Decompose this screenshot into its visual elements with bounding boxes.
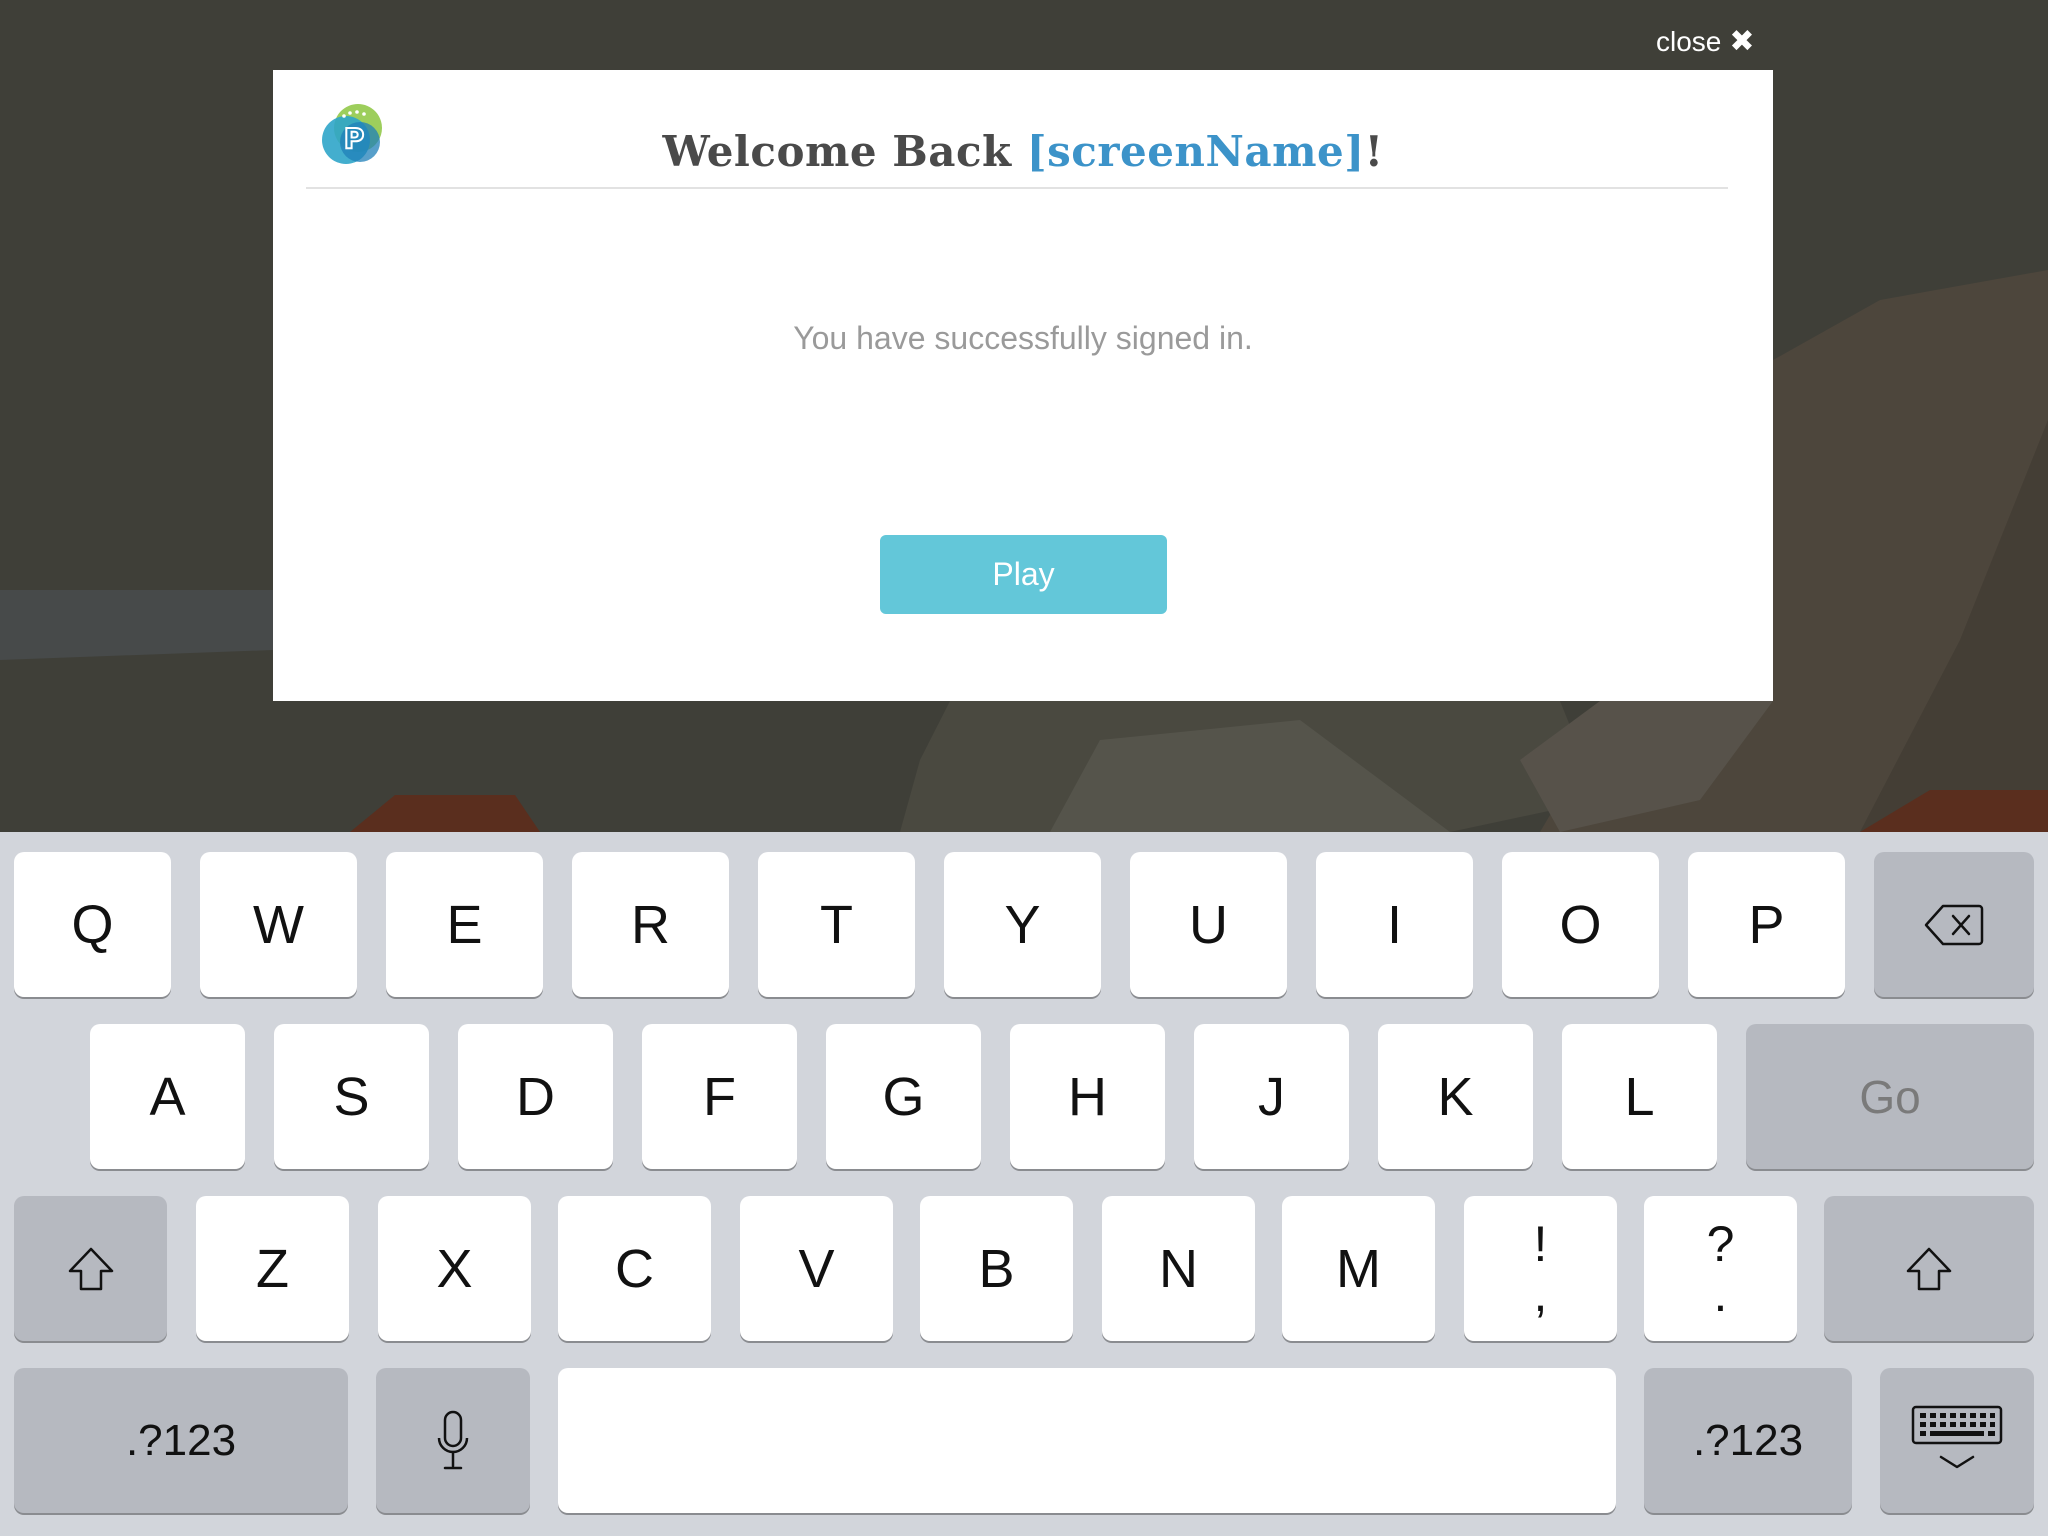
- dictation-key[interactable]: [376, 1368, 530, 1513]
- backspace-icon: [1924, 904, 1984, 945]
- key-exclamation-comma[interactable]: ! ,: [1464, 1196, 1617, 1341]
- shift-key-left[interactable]: [14, 1196, 167, 1341]
- numbers-key-right[interactable]: .?123: [1644, 1368, 1852, 1513]
- space-bar[interactable]: [558, 1368, 1616, 1513]
- key-exclamation-label: !: [1533, 1215, 1548, 1272]
- key-r[interactable]: R: [572, 852, 729, 997]
- key-n[interactable]: N: [1102, 1196, 1255, 1341]
- shift-key-right[interactable]: [1824, 1196, 2034, 1341]
- key-x[interactable]: X: [378, 1196, 531, 1341]
- dismiss-keyboard-key[interactable]: [1880, 1368, 2034, 1513]
- shift-arrow-icon: [1906, 1247, 1952, 1290]
- shift-arrow-icon: [68, 1247, 113, 1290]
- onscreen-keyboard: Q W E R T Y U I O P A S D F G H J K L Go…: [0, 832, 2048, 1536]
- key-y[interactable]: Y: [944, 852, 1101, 997]
- key-c[interactable]: C: [558, 1196, 711, 1341]
- key-p[interactable]: P: [1688, 852, 1845, 997]
- key-comma-label: ,: [1533, 1265, 1548, 1322]
- title-suffix: !: [1364, 127, 1384, 176]
- title-prefix: Welcome Back: [662, 127, 1027, 176]
- key-h[interactable]: H: [1010, 1024, 1165, 1169]
- key-question-label: ?: [1706, 1215, 1735, 1272]
- go-key[interactable]: Go: [1746, 1024, 2034, 1169]
- numbers-key-label: .?123: [125, 1415, 237, 1465]
- welcome-dialog: P Welcome Back [screenName]! You have su…: [273, 70, 1773, 701]
- key-o[interactable]: O: [1502, 852, 1659, 997]
- key-period-label: .: [1713, 1265, 1728, 1322]
- play-button[interactable]: Play: [880, 535, 1167, 614]
- key-z[interactable]: Z: [196, 1196, 349, 1341]
- key-b[interactable]: B: [920, 1196, 1073, 1341]
- key-d[interactable]: D: [458, 1024, 613, 1169]
- key-f[interactable]: F: [642, 1024, 797, 1169]
- key-q[interactable]: Q: [14, 852, 171, 997]
- key-m[interactable]: M: [1282, 1196, 1435, 1341]
- key-s[interactable]: S: [274, 1024, 429, 1169]
- key-j[interactable]: J: [1194, 1024, 1349, 1169]
- signin-message: You have successfully signed in.: [793, 320, 1253, 356]
- microphone-icon: [437, 1410, 469, 1469]
- dialog-title: Welcome Back [screenName]!: [273, 127, 1773, 176]
- key-v[interactable]: V: [740, 1196, 893, 1341]
- key-u[interactable]: U: [1130, 852, 1287, 997]
- key-w[interactable]: W: [200, 852, 357, 997]
- key-k[interactable]: K: [1378, 1024, 1533, 1169]
- key-i[interactable]: I: [1316, 852, 1473, 997]
- key-a[interactable]: A: [90, 1024, 245, 1169]
- key-question-period[interactable]: ? .: [1644, 1196, 1797, 1341]
- numbers-key-label: .?123: [1692, 1415, 1804, 1465]
- close-x-icon: ✖: [1729, 25, 1755, 58]
- key-e[interactable]: E: [386, 852, 543, 997]
- title-divider: [306, 187, 1728, 189]
- delete-key[interactable]: [1874, 852, 2034, 997]
- numbers-key-left[interactable]: .?123: [14, 1368, 348, 1513]
- title-screen-name: [screenName]: [1026, 127, 1365, 176]
- key-g[interactable]: G: [826, 1024, 981, 1169]
- close-button[interactable]: close ✖: [1656, 22, 1755, 62]
- key-t[interactable]: T: [758, 852, 915, 997]
- key-l[interactable]: L: [1562, 1024, 1717, 1169]
- keyboard-dismiss-icon: [1911, 1405, 2003, 1468]
- close-label: close: [1656, 26, 1722, 57]
